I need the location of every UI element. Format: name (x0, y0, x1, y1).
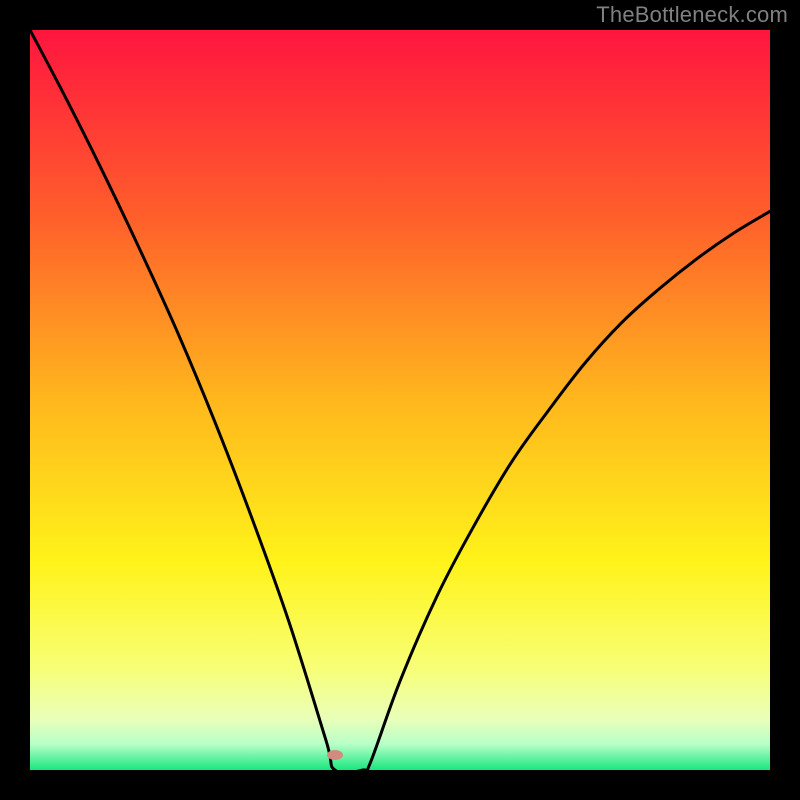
chart-frame: TheBottleneck.com (0, 0, 800, 800)
plot-background (30, 30, 770, 770)
optimum-marker (327, 750, 343, 760)
watermark-label: TheBottleneck.com (596, 2, 788, 28)
bottleneck-chart (0, 0, 800, 800)
